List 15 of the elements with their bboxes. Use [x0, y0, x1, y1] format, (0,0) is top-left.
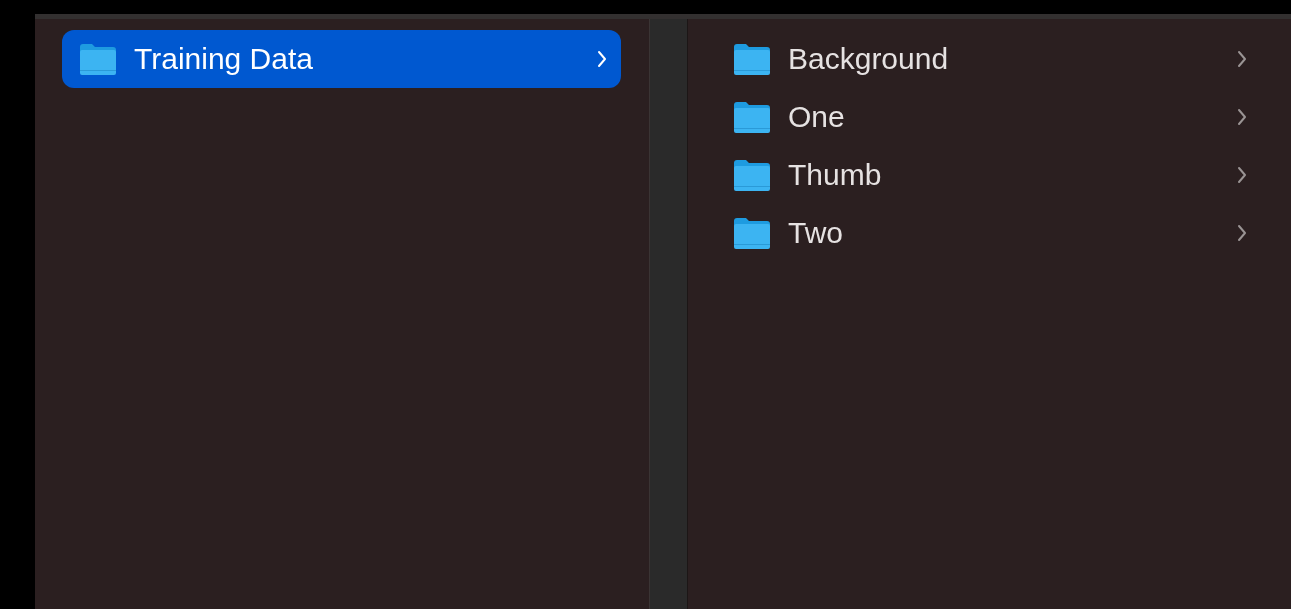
chevron-icon: [1237, 166, 1247, 184]
folder-row[interactable]: Background: [732, 30, 1261, 88]
folder-row[interactable]: Thumb: [732, 146, 1261, 204]
chevron-icon: [1237, 50, 1247, 68]
chevron-icon: [597, 50, 607, 68]
chevron-icon: [1237, 224, 1247, 242]
folder-row[interactable]: One: [732, 88, 1261, 146]
folder-icon: [732, 215, 772, 251]
folder-icon: [732, 99, 772, 135]
folder-icon: [78, 41, 118, 77]
folder-icon: [732, 41, 772, 77]
chevron-icon: [1237, 108, 1247, 126]
folder-row[interactable]: Two: [732, 204, 1261, 262]
folder-row[interactable]: Training Data: [62, 30, 621, 88]
folder-icon: [732, 157, 772, 193]
